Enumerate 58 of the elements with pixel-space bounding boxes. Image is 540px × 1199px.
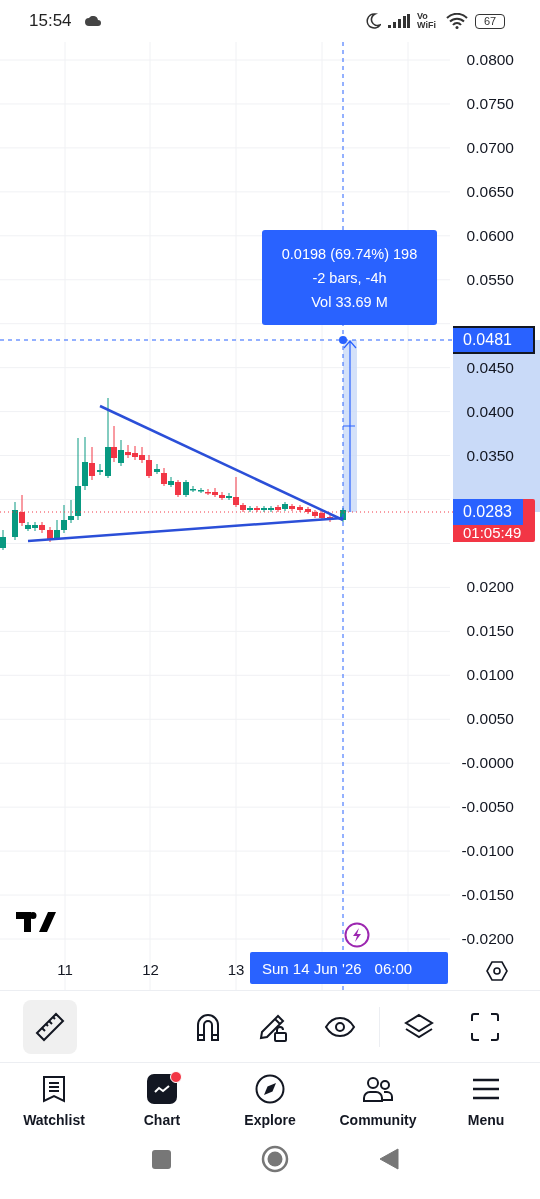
community-tab[interactable]: Community [324, 1063, 432, 1137]
cloud-icon [84, 16, 101, 26]
candle [327, 514, 333, 523]
magnet-icon [194, 1011, 222, 1042]
home-button[interactable] [260, 1145, 289, 1173]
price-axis-label: 0.0050 [466, 709, 514, 730]
eye-icon [324, 1015, 356, 1038]
time-text: 06:00 [374, 959, 413, 977]
last-price-label: 0.0283 [453, 499, 523, 525]
time-axis-label: 11 [56, 960, 74, 980]
price-axis-label: 0.0350 [466, 445, 514, 466]
candle [340, 507, 346, 523]
price-axis-label: 0.0650 [466, 181, 514, 202]
bar-countdown: 01:05:49 [462, 525, 523, 541]
tooltip-text: Vol 33.69 M [311, 293, 388, 310]
anchor-point [339, 336, 347, 344]
lightning-icon[interactable] [344, 922, 370, 948]
candle [0, 529, 6, 551]
price-axis-label: -0.0050 [461, 797, 514, 818]
candle [297, 504, 303, 513]
explore-tab[interactable]: Explore [216, 1063, 324, 1137]
signal-icon [388, 14, 410, 28]
fullscreen-icon [470, 1011, 500, 1042]
price-axis-label: 0.0600 [466, 225, 514, 246]
wifi-icon [446, 13, 468, 29]
moon-icon [365, 13, 381, 29]
price-axis-label: 0.0550 [466, 269, 514, 290]
tooltip-text: 0.0198 (69.74%) 198 [281, 245, 418, 262]
tooltip-text: -2 bars, -4h [312, 269, 387, 286]
crosshair-price-label: 0.0481 [453, 326, 535, 354]
back-button[interactable] [378, 1148, 399, 1170]
price-axis-label: 0.0100 [466, 665, 514, 686]
chart-tab[interactable]: Chart [108, 1063, 216, 1137]
tradingview-logo-icon [16, 912, 56, 932]
candle [97, 463, 103, 476]
watchlist-tab[interactable]: Watchlist [0, 1063, 108, 1137]
time-axis-label: 12 [141, 960, 160, 980]
clock: 15:54 [29, 11, 72, 31]
price-axis-label: -0.0000 [461, 753, 514, 774]
price-axis-label: 0.0750 [466, 93, 514, 114]
price-axis-label: -0.0150 [461, 885, 514, 906]
recents-button[interactable] [151, 1149, 171, 1169]
ruler-tool-button[interactable] [23, 999, 77, 1054]
price-axis-label: -0.0100 [461, 841, 514, 862]
price-axis-label: 0.0150 [466, 621, 514, 642]
settings-icon[interactable] [486, 961, 508, 981]
price-axis-label: 0.0700 [466, 137, 514, 158]
ruler-icon [34, 1010, 66, 1043]
menu-tab[interactable]: Menu [432, 1063, 540, 1137]
date-text: Sun 14 Jun '26 [262, 959, 362, 977]
price-axis-label: 0.0200 [466, 577, 514, 598]
time-axis-label: 13 [226, 960, 246, 980]
network-label: Vo WiFi [417, 12, 437, 30]
price-axis-label: 0.0800 [466, 50, 514, 70]
price-axis-label: 0.0450 [466, 357, 514, 378]
price-axis-label: -0.0200 [461, 929, 514, 949]
price-axis-label: 0.0400 [466, 401, 514, 422]
battery-icon: 67 [475, 13, 505, 29]
